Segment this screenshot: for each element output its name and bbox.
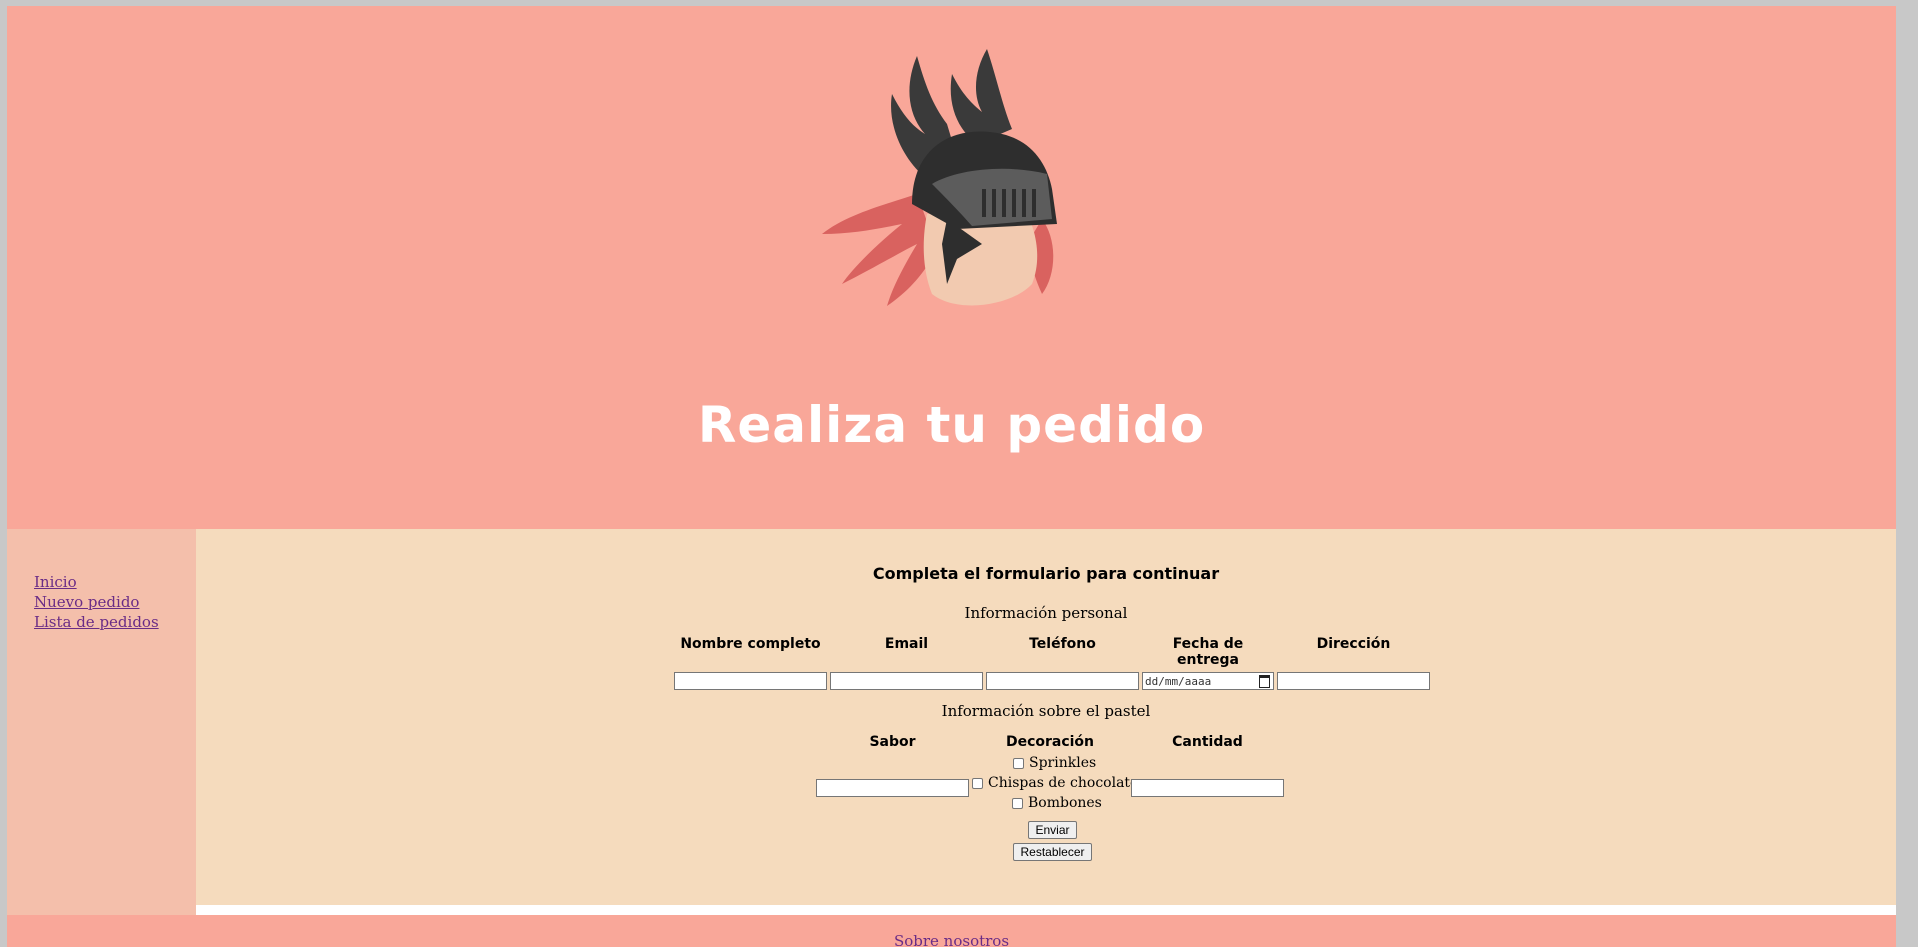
delivery-date-field[interactable]: dd/mm/aaaa [1142,672,1274,690]
personal-info-label: Información personal [964,604,1128,622]
col-head-telefono: Teléfono [1029,636,1096,652]
checkbox[interactable] [972,777,983,789]
page-title: Realiza tu pedido [697,396,1206,454]
sidebar: Inicio Nuevo pedido Lista de pedidos [7,529,196,917]
footer: Sobre nosotros [7,915,1896,947]
date-placeholder: dd/mm/aaaa [1145,674,1212,688]
nav-link-nuevo-pedido[interactable]: Nuevo pedido [34,592,159,612]
decoration-option-label: Bombones [1028,795,1102,811]
nav-link-lista-de-pedidos[interactable]: Lista de pedidos [34,612,159,632]
checkbox[interactable] [1013,757,1024,769]
calendar-icon[interactable] [1259,674,1270,688]
page: Realiza tu pedido Inicio Nuevo pedido Li… [7,6,1896,947]
col-head-direccion: Dirección [1316,636,1391,652]
phone-field[interactable] [986,672,1139,690]
header: Realiza tu pedido [7,6,1896,529]
decoration-option-label: Chispas de chocolate [988,775,1139,791]
sidebar-nav: Inicio Nuevo pedido Lista de pedidos [34,572,159,632]
winged-helmet-logo [822,49,1057,306]
quantity-field[interactable] [1131,779,1284,797]
decoration-option-bombones[interactable]: Bombones [1012,795,1102,811]
order-form: Completa el formulario para continuar In… [196,529,1896,905]
col-head-decoracion: Decoración [1005,734,1095,750]
col-head-fecha: Fecha de entrega [1172,636,1244,668]
form-heading: Completa el formulario para continuar [872,564,1220,583]
cake-info-label: Información sobre el pastel [941,702,1151,720]
col-head-email: Email [884,636,929,652]
checkbox[interactable] [1012,797,1023,809]
decoration-option-chispas[interactable]: Chispas de chocolate [972,775,1138,791]
decoration-option-label: Sprinkles [1029,755,1097,771]
address-field[interactable] [1277,672,1430,690]
col-head-sabor: Sabor [869,734,916,750]
nav-link-inicio[interactable]: Inicio [34,572,159,592]
about-us-link[interactable]: Sobre nosotros [894,932,1009,947]
full-name-field[interactable] [674,672,827,690]
reset-button[interactable]: Restablecer [1013,843,1092,861]
decoration-option-sprinkles[interactable]: Sprinkles [1013,755,1096,771]
col-head-nombre: Nombre completo [680,636,821,652]
submit-button[interactable]: Enviar [1028,821,1077,839]
email-field[interactable] [830,672,983,690]
col-head-cantidad: Cantidad [1172,734,1243,750]
flavor-field[interactable] [816,779,969,797]
